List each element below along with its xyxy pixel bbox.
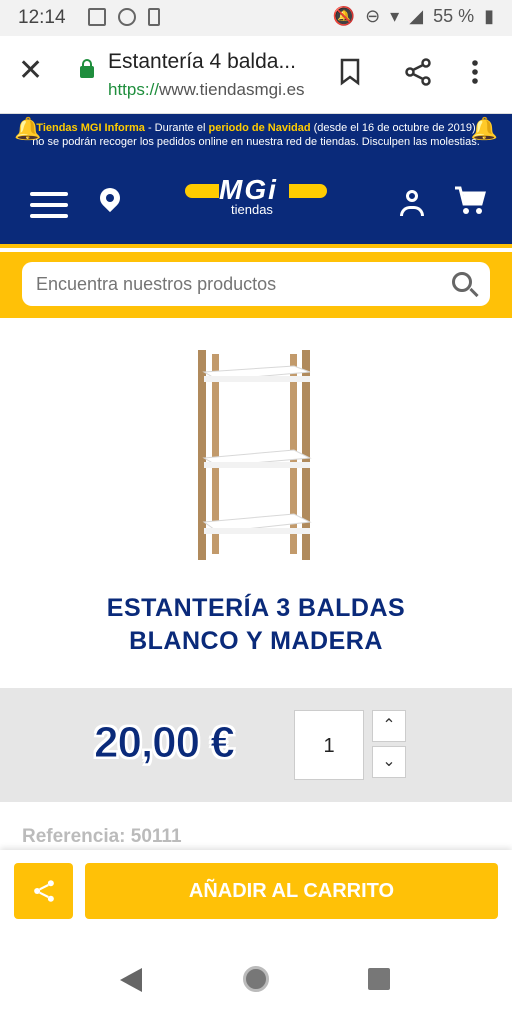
- chevron-up-icon[interactable]: ⌃: [372, 710, 406, 742]
- search-bar: [0, 252, 512, 318]
- phone-notification-icon: [148, 8, 160, 26]
- bell-icon: 🔔: [470, 116, 498, 141]
- bookmark-icon[interactable]: [338, 58, 362, 93]
- browser-toolbar: ✕ Estantería 4 balda... https://www.tien…: [0, 36, 512, 114]
- cart-icon[interactable]: [454, 186, 486, 224]
- more-icon[interactable]: [470, 58, 480, 93]
- site-header: MGi tiendas: [0, 156, 512, 248]
- location-icon[interactable]: [95, 183, 125, 213]
- product-title: ESTANTERÍA 3 BALDAS BLANCO Y MADERA: [106, 594, 406, 655]
- price-panel: 20,00 € 1 ⌃ ⌄: [0, 688, 512, 802]
- home-icon[interactable]: [243, 966, 269, 992]
- dnd-icon: ⊖: [365, 6, 381, 26]
- menu-icon[interactable]: [30, 192, 68, 218]
- page-title: Estantería 4 balda...: [108, 50, 296, 73]
- product-image[interactable]: [190, 346, 320, 568]
- add-to-cart-button[interactable]: AÑADIR AL CARRITO: [85, 863, 498, 919]
- image-notification-icon: [88, 8, 106, 26]
- user-icon[interactable]: [398, 190, 426, 220]
- close-icon[interactable]: ✕: [18, 56, 43, 86]
- quantity-input[interactable]: 1: [294, 710, 364, 780]
- share-button[interactable]: [14, 863, 73, 919]
- chevron-down-icon[interactable]: ⌄: [372, 746, 406, 778]
- product-reference: Referencia: 50111: [22, 826, 182, 847]
- battery-icon: ▮: [484, 6, 494, 26]
- page-url[interactable]: https://www.tiendasmgi.es: [108, 80, 305, 100]
- info-banner: 🔔 Tiendas MGI Informa - Durante el perio…: [0, 114, 512, 156]
- product-price: 20,00 €: [94, 718, 236, 768]
- signal-icon: ◢: [409, 6, 424, 26]
- app-notification-icon: [118, 8, 136, 26]
- system-nav-bar: [0, 936, 512, 1024]
- wifi-icon: ▾: [390, 6, 400, 26]
- bell-icon: 🔔: [14, 116, 42, 141]
- recents-icon[interactable]: [368, 968, 390, 990]
- search-icon[interactable]: [452, 272, 472, 292]
- status-bar: 12:14 🔕 ⊖ ▾ ◢ 55 % ▮: [0, 0, 512, 36]
- back-icon[interactable]: [120, 968, 142, 992]
- lock-icon: [80, 59, 94, 78]
- search-input[interactable]: [36, 272, 436, 296]
- action-bar: AÑADIR AL CARRITO: [0, 850, 512, 936]
- status-time: 12:14: [18, 7, 66, 28]
- logo[interactable]: MGi tiendas: [185, 174, 327, 217]
- share-icon[interactable]: [404, 58, 432, 93]
- battery-percent: 55 %: [433, 6, 475, 26]
- mute-icon: 🔕: [332, 6, 356, 26]
